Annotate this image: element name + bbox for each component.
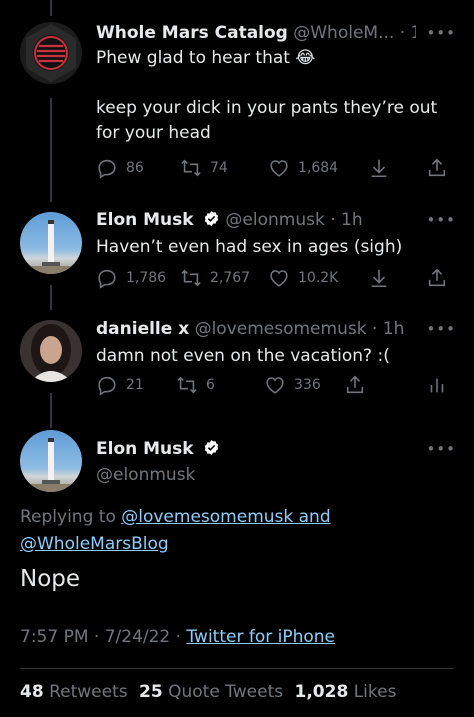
retweet-icon xyxy=(181,269,201,287)
author-handle[interactable]: @lovemesomemusk xyxy=(195,319,367,339)
share-icon xyxy=(428,158,446,177)
share-icon xyxy=(428,268,446,287)
mars-logo-icon xyxy=(26,24,76,82)
engagement-stats: 48 Retweets 25 Quote Tweets 1,028 Likes xyxy=(20,682,396,702)
divider xyxy=(20,668,454,669)
like-icon xyxy=(266,377,284,394)
reply-button[interactable]: 21 xyxy=(96,374,144,396)
rocket-photo-icon xyxy=(20,438,82,492)
quotes-count: 25 xyxy=(139,682,163,702)
reply-icon xyxy=(98,376,116,396)
download-icon xyxy=(371,159,387,178)
tweet-text-line2: keep your dick in your pants they’re out… xyxy=(96,98,438,143)
main-tweet: Elon Musk @elonmusk ••• Replying to @lov… xyxy=(0,428,474,717)
main-tweet-text: Nope xyxy=(20,566,81,592)
likes-label: Likes xyxy=(353,682,397,702)
like-button[interactable]: 10.2K xyxy=(268,267,338,289)
like-icon xyxy=(270,270,288,287)
author-name[interactable]: Elon Musk xyxy=(96,210,194,230)
reply-count: 1,786 xyxy=(126,270,167,286)
download-button[interactable] xyxy=(368,157,390,179)
share-button[interactable] xyxy=(344,374,366,396)
reply-icon xyxy=(98,269,116,289)
retweet-button[interactable]: 74 xyxy=(180,157,228,179)
likes-count: 1,028 xyxy=(294,682,349,702)
author-handle[interactable]: @elonmusk xyxy=(96,464,458,486)
reply-icon xyxy=(98,159,116,179)
more-options-icon[interactable]: ••• xyxy=(426,320,456,338)
like-icon xyxy=(270,160,288,177)
like-button[interactable]: 336 xyxy=(264,374,321,396)
retweet-icon xyxy=(181,159,201,177)
like-button[interactable]: 1,684 xyxy=(268,157,338,179)
author-name[interactable]: danielle x xyxy=(96,319,189,339)
retweets-label: Retweets xyxy=(49,682,128,702)
retweet-count: 2,767 xyxy=(210,270,251,286)
reply-count: 21 xyxy=(126,377,144,393)
tweet-text-line1: Phew glad to hear that 😂 xyxy=(96,48,316,68)
verified-badge-icon xyxy=(204,211,219,226)
author-name[interactable]: Whole Mars Catalog xyxy=(96,23,288,43)
share-button[interactable] xyxy=(426,267,448,289)
tweet-text: Haven’t even had sex in ages (sigh) xyxy=(96,237,403,257)
share-button[interactable] xyxy=(426,157,448,179)
tweet-time[interactable]: · 1h xyxy=(372,319,404,339)
reply-count: 86 xyxy=(126,160,144,176)
rocket-photo-icon xyxy=(20,220,82,274)
avatar-elon-main[interactable] xyxy=(20,430,82,492)
analytics-icon xyxy=(430,378,444,393)
avatar-whole-mars[interactable] xyxy=(20,22,82,84)
tweet-elon-1[interactable]: Elon Musk @elonmusk · 1h Haven’t even ha… xyxy=(0,205,474,300)
retweets-count: 48 xyxy=(20,682,44,702)
like-count: 1,684 xyxy=(298,160,339,176)
retweet-count: 6 xyxy=(206,377,215,393)
retweet-button[interactable]: 6 xyxy=(176,374,215,396)
author-handle[interactable]: @WholeM... xyxy=(293,23,394,43)
replying-to-label: Replying to xyxy=(20,507,116,527)
quotes-stat[interactable]: 25 Quote Tweets xyxy=(139,682,288,702)
avatar-danielle[interactable] xyxy=(20,320,82,382)
like-count: 336 xyxy=(294,377,321,393)
client-link[interactable]: Twitter for iPhone xyxy=(186,627,335,647)
replying-to-link-1[interactable]: @lovemesomemusk and xyxy=(121,507,330,527)
download-button[interactable] xyxy=(368,267,390,289)
profile-photo-icon xyxy=(20,320,82,382)
retweets-stat[interactable]: 48 Retweets xyxy=(20,682,133,702)
more-options-icon[interactable]: ••• xyxy=(426,440,456,458)
retweet-button[interactable]: 2,767 xyxy=(180,267,250,289)
tweet-whole-mars[interactable]: Whole Mars Catalog @WholeM... · 1h Phew … xyxy=(0,0,474,200)
retweet-icon xyxy=(177,376,197,394)
more-options-icon[interactable]: ••• xyxy=(426,211,456,229)
tweet-danielle[interactable]: danielle x @lovemesomemusk · 1h damn not… xyxy=(0,312,474,407)
tweet-text: damn not even on the vacation? :( xyxy=(96,346,390,366)
author-name[interactable]: Elon Musk xyxy=(96,439,194,459)
more-options-icon[interactable]: ••• xyxy=(426,24,456,42)
likes-stat[interactable]: 1,028 Likes xyxy=(295,682,397,702)
verified-badge-icon xyxy=(204,440,219,455)
tweet-time[interactable]: · 1h xyxy=(330,210,362,230)
replying-to-link-2[interactable]: @WholeMarsBlog xyxy=(20,534,169,554)
tweet-time[interactable]: · 1h xyxy=(400,23,416,43)
reply-button[interactable]: 1,786 xyxy=(96,267,166,289)
download-icon xyxy=(371,269,387,288)
like-count: 10.2K xyxy=(298,270,339,286)
share-icon xyxy=(346,375,364,394)
avatar-elon[interactable] xyxy=(20,212,82,274)
tweet-timestamp: 7:57 PM · 7/24/22 · xyxy=(20,627,182,647)
reply-button[interactable]: 86 xyxy=(96,157,144,179)
author-handle[interactable]: @elonmusk xyxy=(225,210,324,230)
retweet-count: 74 xyxy=(210,160,228,176)
analytics-button[interactable] xyxy=(426,374,448,396)
quotes-label: Quote Tweets xyxy=(168,682,284,702)
